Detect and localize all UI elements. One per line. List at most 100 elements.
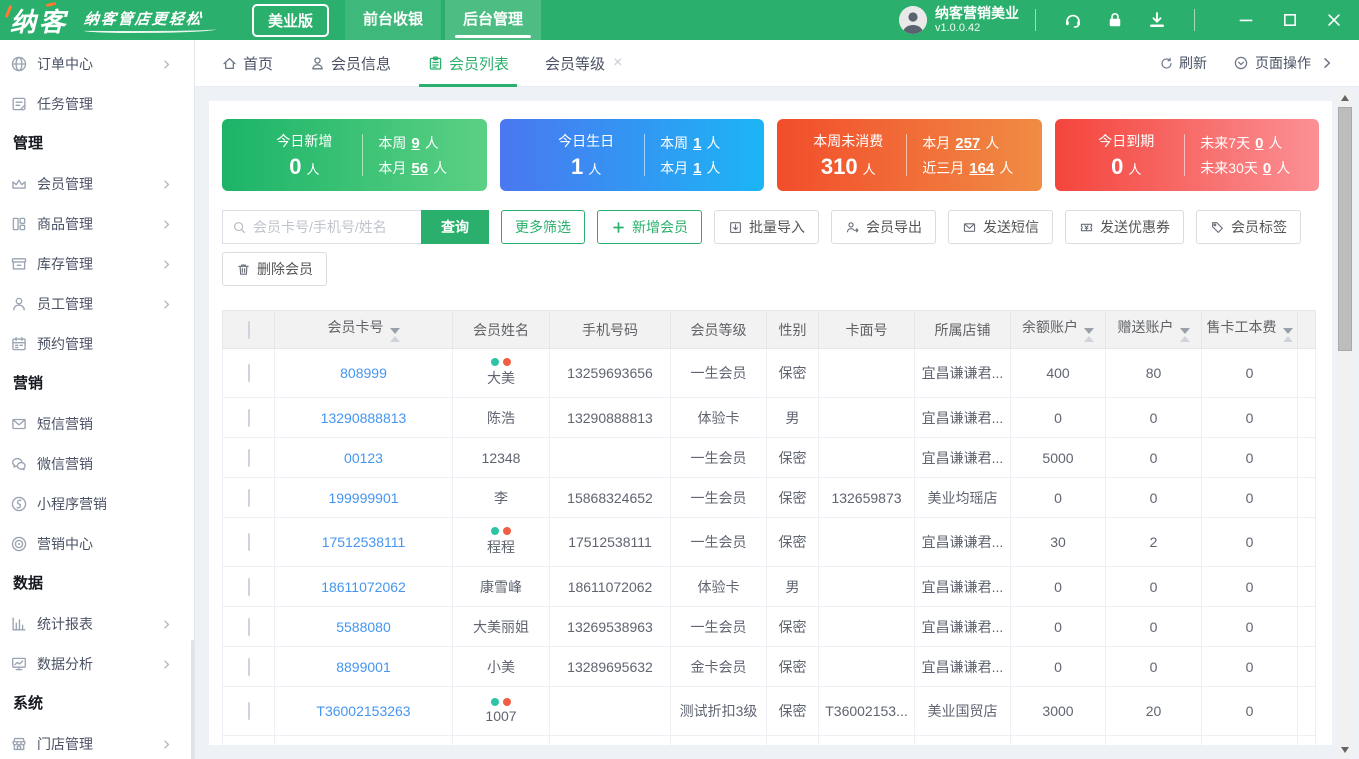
row-checkbox[interactable] (247, 488, 250, 507)
sidebar-item-员工管理[interactable]: 员工管理 (0, 284, 194, 324)
cell-name: 大美 (452, 348, 550, 398)
select-all-checkbox[interactable] (247, 320, 250, 339)
member-card-link[interactable]: 13290888813 (321, 410, 407, 426)
tab-会员等级[interactable]: 会员等级 × (545, 40, 622, 87)
sort-carets[interactable] (1282, 328, 1293, 342)
col-header-gift_balance[interactable]: 赠送账户 (1105, 310, 1202, 349)
row-checkbox[interactable] (247, 617, 250, 636)
btn-发送短信[interactable]: 发送短信 (948, 210, 1053, 244)
sidebar-item-统计报表[interactable]: 统计报表 (0, 604, 194, 644)
col-header-card_no[interactable]: 会员卡号 (274, 310, 453, 349)
member-card-link[interactable]: T36002153263 (316, 703, 410, 719)
btn-删除会员[interactable]: 删除会员 (222, 252, 327, 286)
vertical-scrollbar[interactable] (1337, 91, 1353, 757)
sort-carets[interactable] (1084, 328, 1094, 342)
row-checkbox[interactable] (247, 702, 250, 720)
btn-发送优惠券[interactable]: 发送优惠券 (1065, 210, 1184, 244)
row-checkbox[interactable] (247, 364, 250, 382)
maximize-button[interactable] (1281, 11, 1299, 29)
col-header-balance[interactable]: 余额账户 (1010, 310, 1106, 349)
cell-card_face (818, 397, 915, 438)
stat-card-今日生日: 今日生日 1 人本周 1 人本月 1 人 (499, 119, 764, 191)
scroll-down-arrow[interactable] (1337, 743, 1353, 757)
row-checkbox[interactable] (247, 533, 250, 551)
customer-service-button[interactable] (1063, 10, 1083, 30)
member-name: 小美 (487, 658, 515, 675)
sort-carets[interactable] (1179, 328, 1190, 342)
lock-button[interactable] (1105, 10, 1125, 30)
sidebar-item-短信营销[interactable]: 短信营销 (0, 404, 194, 444)
stat-detail: 未来7天 0 人 (1200, 133, 1290, 153)
edition-button[interactable]: 美业版 (252, 3, 330, 37)
row-checkbox[interactable] (247, 448, 250, 467)
scroll-up-arrow[interactable] (1337, 91, 1353, 105)
search-input[interactable] (253, 219, 412, 235)
sidebar-item-订单中心[interactable]: 订单中心 (0, 44, 194, 84)
avatar[interactable] (899, 5, 927, 34)
mail-icon (962, 220, 977, 235)
col-header-card_fee[interactable]: 售卡工本费 (1201, 310, 1298, 349)
sidebar-item-小程序营销[interactable]: 小程序营销 (0, 484, 194, 524)
sidebar-item-会员管理[interactable]: 会员管理 (0, 164, 194, 204)
sidebar-item-商品管理[interactable]: 商品管理 (0, 204, 194, 244)
app-version: v1.0.0.42 (935, 21, 981, 34)
member-card-link[interactable]: 18611072062 (321, 579, 406, 595)
sidebar-item-营销中心[interactable]: 营销中心 (0, 524, 194, 564)
table-row: 00123 12348 一生会员 保密 宜昌谦谦君... 5000 0 0 (222, 437, 1316, 478)
sort-carets[interactable] (389, 328, 400, 342)
scrollbar-thumb[interactable] (1338, 107, 1352, 351)
btn-更多筛选[interactable]: 更多筛选 (501, 210, 585, 244)
sidebar-scrollbar-thumb[interactable] (191, 640, 194, 759)
tab-会员列表[interactable]: 会员列表 (419, 40, 518, 87)
sidebar-item-数据分析[interactable]: 数据分析 (0, 644, 194, 684)
btn-label: 发送优惠券 (1100, 219, 1170, 235)
sidebar-item-门店管理[interactable]: 门店管理 (0, 724, 194, 759)
divider (362, 134, 364, 176)
row-checkbox[interactable] (247, 577, 250, 596)
member-card-link[interactable]: 199999901 (328, 490, 398, 506)
btn-会员标签[interactable]: 会员标签 (1196, 210, 1301, 244)
sidebar-item-预约管理[interactable]: 预约管理 (0, 324, 194, 364)
stat-unit: 人 (306, 161, 320, 177)
sidebar-item-微信营销[interactable]: 微信营销 (0, 444, 194, 484)
cell-level: 测试折扣3级 (670, 686, 767, 736)
tab-首页[interactable]: 首页 (221, 40, 273, 87)
stat-card-今日到期: 今日到期 0 人未来7天 0 人未来30天 0 人 (1054, 119, 1319, 191)
sidebar-item-库存管理[interactable]: 库存管理 (0, 244, 194, 284)
row-checkbox[interactable] (247, 408, 250, 427)
btn-会员导出[interactable]: 会员导出 (831, 210, 936, 244)
member-name: 1007 (485, 708, 517, 724)
cell-level: 一生会员 (670, 437, 767, 478)
member-card-link[interactable]: 5588080 (336, 619, 391, 635)
sidebar-item-任务管理[interactable]: 任务管理 (0, 84, 194, 124)
tab-会员信息[interactable]: 会员信息 (309, 40, 391, 87)
page-actions-button[interactable]: 页面操作 (1233, 53, 1341, 73)
member-card-link[interactable]: 17512538111 (322, 534, 406, 550)
chevron-right-icon (160, 58, 173, 71)
detail-value: 56 (411, 159, 429, 177)
col-header-label: 赠送账户 (1117, 319, 1174, 335)
member-card-link[interactable]: 808999 (340, 365, 387, 381)
topnav-前台收银[interactable]: 前台收银 (345, 0, 442, 40)
row-checkbox[interactable] (247, 657, 250, 676)
member-card-link[interactable]: 00123 (344, 450, 383, 466)
detail-unit: 人 (424, 134, 439, 151)
cell-filler (1297, 606, 1316, 647)
member-name: 大美 (487, 370, 515, 386)
chevron-right-icon (160, 738, 173, 751)
close-button[interactable] (1325, 11, 1343, 29)
search-button[interactable]: 查询 (421, 210, 489, 244)
cell-card_no: 808999 (274, 348, 453, 398)
cell-gender: 保密 (766, 477, 819, 518)
minimize-button[interactable] (1237, 11, 1255, 29)
close-tab-icon[interactable]: × (613, 55, 622, 71)
row-checkbox-cell (222, 566, 275, 607)
download-button[interactable] (1147, 10, 1167, 30)
refresh-button[interactable]: 刷新 (1159, 53, 1207, 73)
btn-新增会员[interactable]: 新增会员 (597, 210, 702, 244)
topnav-后台管理[interactable]: 后台管理 (445, 0, 542, 40)
member-card-link[interactable]: 8899001 (336, 659, 391, 675)
user-meta: 纳客营销美业 v1.0.0.42 (935, 5, 1019, 35)
col-header-store: 所属店铺 (914, 310, 1011, 349)
btn-批量导入[interactable]: 批量导入 (714, 210, 819, 244)
